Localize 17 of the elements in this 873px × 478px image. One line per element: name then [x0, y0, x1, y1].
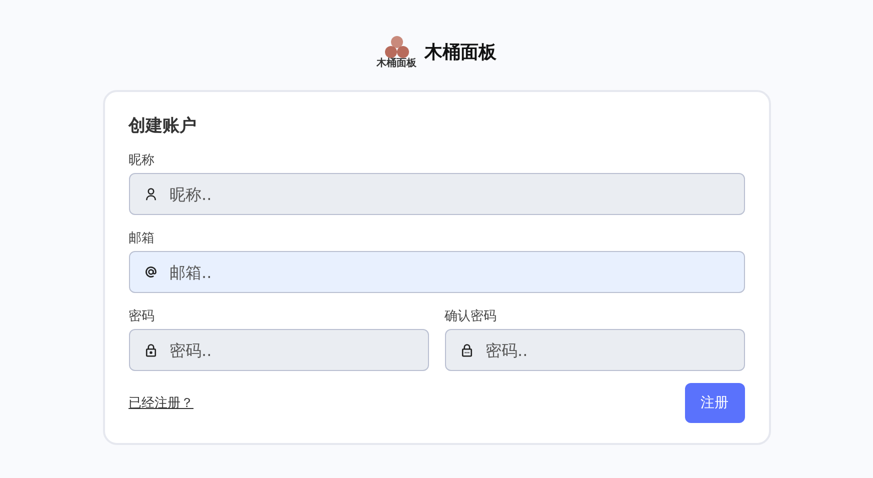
user-icon — [144, 187, 158, 201]
field-label: 昵称 — [128, 152, 156, 169]
register-button[interactable]: 注册 — [684, 383, 744, 423]
input-field[interactable]: 邮箱.. — [128, 251, 744, 293]
lock-icon — [144, 343, 158, 357]
brand-name: 木桶面板 — [424, 41, 496, 64]
at-icon — [144, 265, 158, 279]
lock-icon — [460, 343, 474, 357]
input-field[interactable]: 密码.. — [128, 329, 428, 371]
login-link[interactable]: 已经注册？ — [128, 394, 194, 412]
field-label: 密码 — [128, 308, 156, 325]
input-field[interactable]: 昵称.. — [128, 173, 744, 215]
field-label: 确认密码 — [444, 308, 498, 325]
input-field[interactable]: 密码.. — [444, 329, 744, 371]
field-label: 邮箱 — [128, 230, 156, 247]
form-title: 创建账户 — [128, 115, 198, 137]
logo-text: 木桶面板 — [376, 59, 416, 69]
